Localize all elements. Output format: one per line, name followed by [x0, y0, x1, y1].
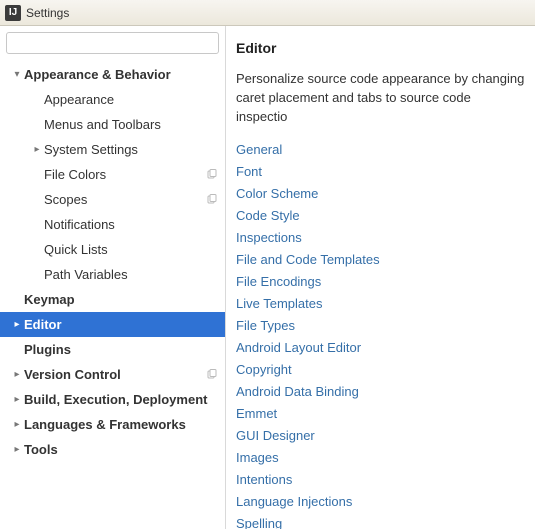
editor-link[interactable]: Android Data Binding [236, 381, 525, 403]
project-scope-icon [205, 193, 219, 207]
editor-link[interactable]: Language Injections [236, 491, 525, 513]
content-description: Personalize source code appearance by ch… [236, 70, 525, 127]
chevron-right-icon[interactable]: ▸ [10, 319, 24, 330]
tree-item-label: Path Variables [44, 267, 219, 282]
tree-item-label: Keymap [24, 292, 219, 307]
tree-item[interactable]: Path Variables [0, 262, 225, 287]
editor-link[interactable]: Spelling [236, 513, 525, 529]
search-input[interactable] [6, 32, 219, 54]
tree-item[interactable]: ▸Version Control [0, 362, 225, 387]
editor-link[interactable]: Images [236, 447, 525, 469]
chevron-right-icon[interactable]: ▸ [10, 419, 24, 430]
tree-item[interactable]: Menus and Toolbars [0, 112, 225, 137]
tree-item-label: Plugins [24, 342, 219, 357]
tree-item[interactable]: Plugins [0, 337, 225, 362]
editor-link[interactable]: File and Code Templates [236, 249, 525, 271]
editor-link[interactable]: GUI Designer [236, 425, 525, 447]
editor-link[interactable]: Copyright [236, 359, 525, 381]
tree-item[interactable]: ▸System Settings [0, 137, 225, 162]
settings-body: ▾Appearance & Behavior Appearance Menus an… [0, 26, 535, 529]
editor-link[interactable]: Font [236, 161, 525, 183]
editor-link[interactable]: File Encodings [236, 271, 525, 293]
editor-link[interactable]: Color Scheme [236, 183, 525, 205]
content-panel: Editor Personalize source code appearanc… [226, 26, 535, 529]
tree-item-label: Quick Lists [44, 242, 219, 257]
tree-item[interactable]: ▾Appearance & Behavior [0, 62, 225, 87]
project-scope-icon [205, 368, 219, 382]
project-scope-icon [205, 168, 219, 182]
tree-item-label: Appearance [44, 92, 219, 107]
tree-item-label: Languages & Frameworks [24, 417, 219, 432]
content-title: Editor [236, 40, 525, 56]
window-title: Settings [26, 6, 69, 20]
chevron-right-icon[interactable]: ▸ [30, 144, 44, 155]
editor-link[interactable]: Android Layout Editor [236, 337, 525, 359]
tree-item-label: Scopes [44, 192, 205, 207]
editor-link[interactable]: Code Style [236, 205, 525, 227]
tree-item[interactable]: File Colors [0, 162, 225, 187]
app-icon: IJ [5, 5, 21, 21]
editor-link[interactable]: Inspections [236, 227, 525, 249]
tree-item[interactable]: Scopes [0, 187, 225, 212]
tree-item[interactable]: ▸Tools [0, 437, 225, 462]
tree-item-label: Editor [24, 317, 219, 332]
editor-links: GeneralFontColor SchemeCode StyleInspect… [236, 139, 525, 529]
tree-item-label: Version Control [24, 367, 205, 382]
tree-item-label: System Settings [44, 142, 219, 157]
chevron-down-icon[interactable]: ▾ [10, 69, 24, 80]
tree-item[interactable]: Keymap [0, 287, 225, 312]
tree-item[interactable]: ▸Editor [0, 312, 225, 337]
chevron-right-icon[interactable]: ▸ [10, 369, 24, 380]
titlebar: IJ Settings [0, 0, 535, 26]
editor-link[interactable]: Live Templates [236, 293, 525, 315]
chevron-right-icon[interactable]: ▸ [10, 394, 24, 405]
tree-item[interactable]: Notifications [0, 212, 225, 237]
tree-item-label: Appearance & Behavior [24, 67, 219, 82]
editor-link[interactable]: File Types [236, 315, 525, 337]
search-wrap [0, 26, 225, 58]
tree-item[interactable]: ▸Languages & Frameworks [0, 412, 225, 437]
chevron-right-icon[interactable]: ▸ [10, 444, 24, 455]
editor-link[interactable]: Emmet [236, 403, 525, 425]
tree-item-label: Build, Execution, Deployment [24, 392, 219, 407]
tree-item-label: Notifications [44, 217, 219, 232]
sidebar: ▾Appearance & Behavior Appearance Menus an… [0, 26, 226, 529]
tree-item-label: Menus and Toolbars [44, 117, 219, 132]
editor-link[interactable]: Intentions [236, 469, 525, 491]
tree-item[interactable]: Quick Lists [0, 237, 225, 262]
tree-item-label: File Colors [44, 167, 205, 182]
editor-link[interactable]: General [236, 139, 525, 161]
tree-item[interactable]: Appearance [0, 87, 225, 112]
tree-item-label: Tools [24, 442, 219, 457]
tree-item[interactable]: ▸Build, Execution, Deployment [0, 387, 225, 412]
settings-tree[interactable]: ▾Appearance & Behavior Appearance Menus an… [0, 58, 225, 529]
